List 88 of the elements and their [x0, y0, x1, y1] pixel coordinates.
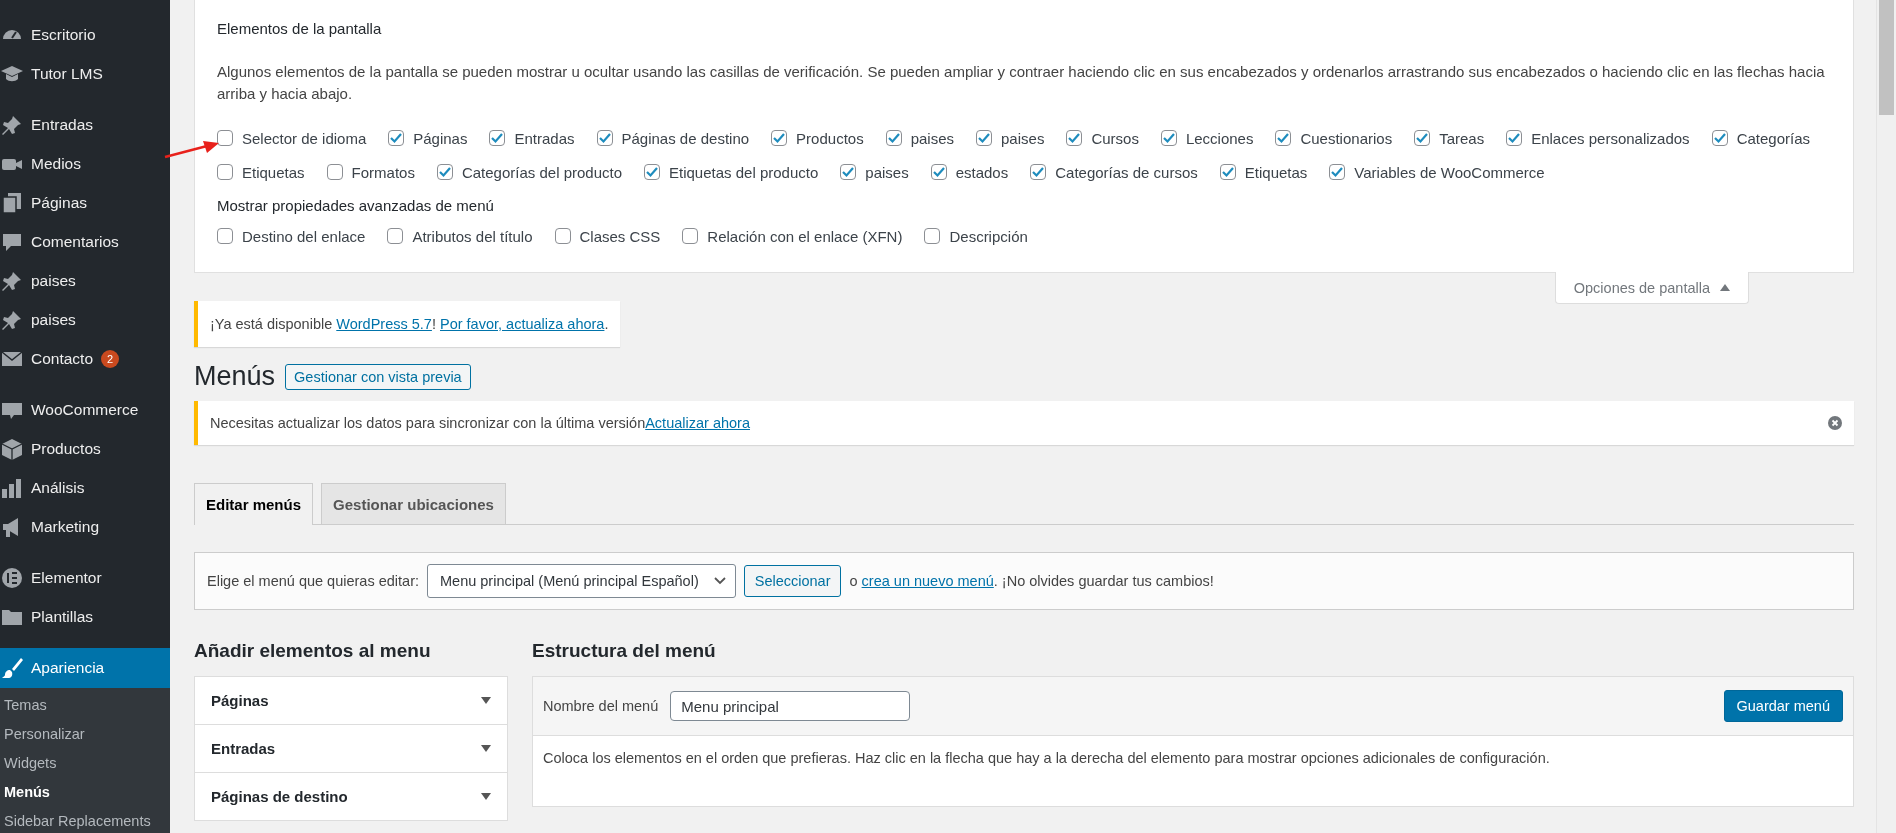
checkbox[interactable]: Páginas	[388, 121, 468, 155]
link[interactable]: Actualizar ahora	[645, 415, 750, 431]
sidebar-item[interactable]: paises	[0, 300, 170, 339]
sidebar-item[interactable]: Apariencia	[0, 648, 170, 688]
sidebar-item[interactable]: WooCommerce	[0, 390, 170, 429]
pin-icon	[1, 308, 23, 331]
tab[interactable]: Editar menús	[194, 483, 314, 525]
sidebar-item[interactable]: Análisis	[0, 468, 170, 507]
checkbox[interactable]: Etiquetas	[217, 155, 305, 189]
save-menu-button[interactable]: Guardar menú	[1723, 690, 1843, 722]
submenu-item[interactable]: Menús	[0, 777, 170, 806]
checkbox[interactable]: paises	[840, 155, 909, 189]
count-badge: 2	[101, 349, 120, 368]
checkbox[interactable]: paises	[976, 121, 1045, 155]
bar-chart-icon	[1, 476, 23, 499]
sidebar-item[interactable]: Plantillas	[0, 597, 170, 636]
accordion-section[interactable]: Entradas	[194, 725, 508, 773]
sidebar-item[interactable]: Páginas	[0, 183, 170, 222]
checkbox[interactable]: Enlaces personalizados	[1506, 121, 1690, 155]
checkbox[interactable]: Selector de idioma	[217, 121, 367, 155]
section-heading: Mostrar propiedades avanzadas de menú	[217, 197, 495, 214]
checkbox[interactable]: Destino del enlace	[217, 216, 366, 256]
page-title: Menús	[194, 361, 276, 392]
preview-button[interactable]: Gestionar con vista previa	[285, 363, 471, 390]
checkbox[interactable]: Lecciones	[1160, 121, 1254, 155]
accordion-section[interactable]: Páginas	[194, 676, 508, 725]
checkbox[interactable]: Etiquetas del producto	[644, 155, 819, 189]
close-icon[interactable]	[1828, 416, 1842, 430]
checkbox[interactable]: Categorías	[1711, 121, 1810, 155]
section-heading: Añadir elementos al menu	[194, 640, 432, 662]
sidebar-item[interactable]: Escritorio	[0, 15, 170, 54]
checkbox[interactable]: Entradas	[489, 121, 575, 155]
screen-options-button[interactable]: Opciones de pantalla	[1554, 272, 1749, 304]
link[interactable]: WordPress 5.7	[336, 316, 432, 332]
pin-icon	[1, 113, 23, 136]
scrollbar[interactable]	[1876, 0, 1896, 833]
menu-name-field[interactable]: Menu principal	[670, 691, 911, 721]
accordion-section[interactable]: Páginas de destino	[194, 773, 508, 821]
field-label: Nombre del menú	[543, 698, 659, 714]
select-button[interactable]: Seleccionar	[743, 565, 842, 597]
sidebar-item[interactable]: Comentarios	[0, 222, 170, 261]
sidebar-item[interactable]: Contacto 2	[0, 339, 170, 378]
checkbox[interactable]: Variables de WooCommerce	[1329, 155, 1545, 189]
checkbox[interactable]: Tareas	[1414, 121, 1485, 155]
checkbox[interactable]: Cursos	[1066, 121, 1139, 155]
field-label: Elige el menú que quieras editar:	[207, 573, 419, 589]
submenu-item[interactable]: Personalizar	[0, 719, 170, 748]
checkbox[interactable]: Descripción	[924, 216, 1028, 256]
checkbox[interactable]: Etiquetas	[1219, 155, 1308, 189]
triangle-icon	[1720, 284, 1730, 291]
sidebar-item[interactable]: Tutor LMS	[0, 54, 170, 93]
menu-dropdown[interactable]: Menu principal (Menú principal Español)	[427, 564, 736, 598]
caret-icon	[481, 793, 491, 800]
link[interactable]: crea un nuevo menú	[861, 573, 994, 589]
submenu-item[interactable]: Widgets	[0, 748, 170, 777]
hint-text: o crea un nuevo menú. ¡No olvides guardar tus cambios!	[849, 573, 1214, 589]
pin-icon	[1, 269, 23, 292]
paintbrush-icon	[1, 657, 23, 679]
chevron-down-icon	[712, 576, 727, 586]
notice-text: ¡Ya está disponible WordPress 5.7! Por favor, actualiza ahora.	[210, 316, 609, 332]
checkbox[interactable]: Páginas de destino	[596, 121, 750, 155]
sidebar-item[interactable]: Marketing	[0, 507, 170, 546]
panel-heading: Elementos de la pantalla	[217, 20, 383, 37]
sidebar-item[interactable]: Productos	[0, 429, 170, 468]
submenu-item[interactable]: Sidebar Replacements	[0, 806, 170, 833]
tab[interactable]: Gestionar ubicaciones	[321, 483, 506, 524]
section-heading: Estructura del menú	[532, 640, 717, 662]
notice-text: Necesitas actualizar los datos para sincronizar con la última versiónActualizar ahora	[210, 415, 750, 431]
caret-icon	[481, 745, 491, 752]
caret-icon	[481, 697, 491, 704]
sidebar-item[interactable]: Medios	[0, 144, 170, 183]
checkbox[interactable]: Clases CSS	[554, 216, 661, 256]
checkbox[interactable]: Categorías de cursos	[1030, 155, 1198, 189]
sidebar-item[interactable]: paises	[0, 261, 170, 300]
sidebar-item[interactable]: Entradas	[0, 105, 170, 144]
description-text: Algunos elementos de la pantalla se pueden mostrar u ocultar usando las casillas de verificación. Se pueden ampliar y contraer haciendo clic en sus encabezados y ordenarlos arrastrando sus encabezados o haciendo clic en las flechas hacia arriba y hacia abajo.	[217, 62, 1826, 104]
checkbox[interactable]: Cuestionarios	[1275, 121, 1393, 155]
checkbox[interactable]: Productos	[771, 121, 864, 155]
checkbox[interactable]: Relación con el enlace (XFN)	[682, 216, 903, 256]
checkbox[interactable]: Formatos	[326, 155, 415, 189]
instructions-text: Coloca los elementos en el orden que prefieras. Haz clic en la flecha que hay a la derecha del elemento para mostrar opciones adicionales de configuración.	[542, 749, 1551, 768]
checkbox[interactable]: Categorías del producto	[436, 155, 622, 189]
sidebar-item[interactable]: Elementor	[0, 558, 170, 597]
checkbox[interactable]: estados	[930, 155, 1009, 189]
checkbox[interactable]: Atributos del título	[387, 216, 533, 256]
checkbox[interactable]: paises	[885, 121, 954, 155]
link[interactable]: Por favor, actualiza ahora	[440, 316, 605, 332]
submenu-item[interactable]: Temas	[0, 690, 170, 719]
